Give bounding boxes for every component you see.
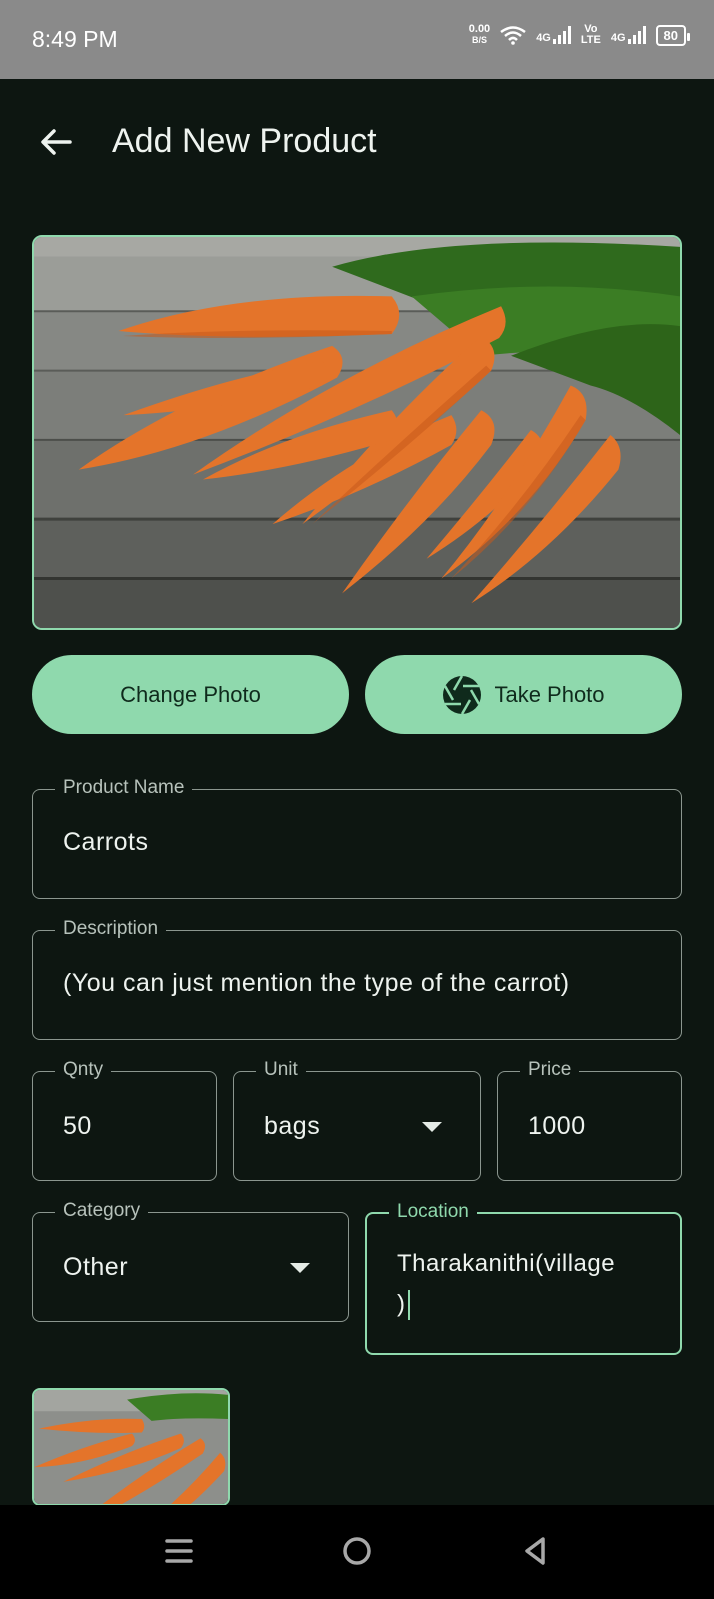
status-bar: 8:49 PM 0.00 B/S 4G Vo LTE 4G 80 (0, 0, 714, 79)
back-triangle-icon[interactable] (513, 1529, 557, 1573)
product-thumbnail[interactable] (32, 1388, 230, 1506)
take-photo-button[interactable]: Take Photo (365, 655, 682, 734)
product-name-value: Carrots (63, 828, 149, 856)
description-field[interactable]: Description (You can just mention the ty… (32, 918, 682, 1040)
system-nav-bar (0, 1505, 714, 1599)
price-value: 1000 (528, 1112, 586, 1140)
quantity-field[interactable]: Qnty 50 (32, 1059, 217, 1181)
quantity-value: 50 (63, 1112, 92, 1140)
dropdown-arrow-icon (290, 1263, 310, 1273)
unit-select[interactable]: Unit bags (233, 1059, 481, 1181)
battery-icon: 80 (655, 24, 691, 46)
signal-bars-icon (627, 26, 646, 44)
signal-bars-icon (552, 26, 571, 44)
unit-value: bags (264, 1112, 321, 1140)
back-arrow-icon[interactable] (38, 124, 74, 160)
location-value-line1: Tharakanithi(village (397, 1250, 616, 1277)
product-name-field[interactable]: Product Name Carrots (32, 777, 682, 899)
category-value: Other (63, 1253, 129, 1281)
location-field[interactable]: Location Tharakanithi(village ) (365, 1201, 682, 1355)
description-label: Description (55, 918, 167, 940)
description-value: (You can just mention the type of the ca… (63, 969, 570, 997)
change-photo-button[interactable]: Change Photo (32, 655, 349, 734)
app-header: Add New Product (0, 100, 714, 186)
status-time: 8:49 PM (32, 26, 118, 52)
signal-2: 4G (611, 26, 646, 44)
volte-badge: Vo LTE (580, 23, 601, 46)
category-select[interactable]: Category Other (32, 1200, 349, 1322)
text-cursor (407, 1290, 410, 1320)
location-label: Location (389, 1201, 477, 1223)
product-name-label: Product Name (55, 777, 193, 799)
quantity-label: Qnty (55, 1059, 112, 1081)
take-photo-label: Take Photo (494, 681, 605, 707)
unit-label: Unit (256, 1059, 306, 1081)
network-speed: 0.00 B/S (468, 23, 491, 46)
dropdown-arrow-icon (422, 1122, 442, 1132)
signal-1: 4G (536, 26, 571, 44)
location-value-line2: ) (397, 1290, 410, 1320)
price-label: Price (520, 1059, 580, 1081)
status-icons: 0.00 B/S 4G Vo LTE 4G 80 (468, 23, 691, 46)
home-icon[interactable] (335, 1529, 379, 1573)
category-label: Category (55, 1200, 149, 1222)
change-photo-label: Change Photo (120, 681, 261, 707)
camera-shutter-icon (443, 674, 482, 715)
page-title: Add New Product (112, 122, 377, 160)
wifi-icon (500, 26, 526, 45)
price-field[interactable]: Price 1000 (497, 1059, 682, 1181)
product-image (32, 235, 682, 630)
menu-icon[interactable] (157, 1529, 201, 1573)
